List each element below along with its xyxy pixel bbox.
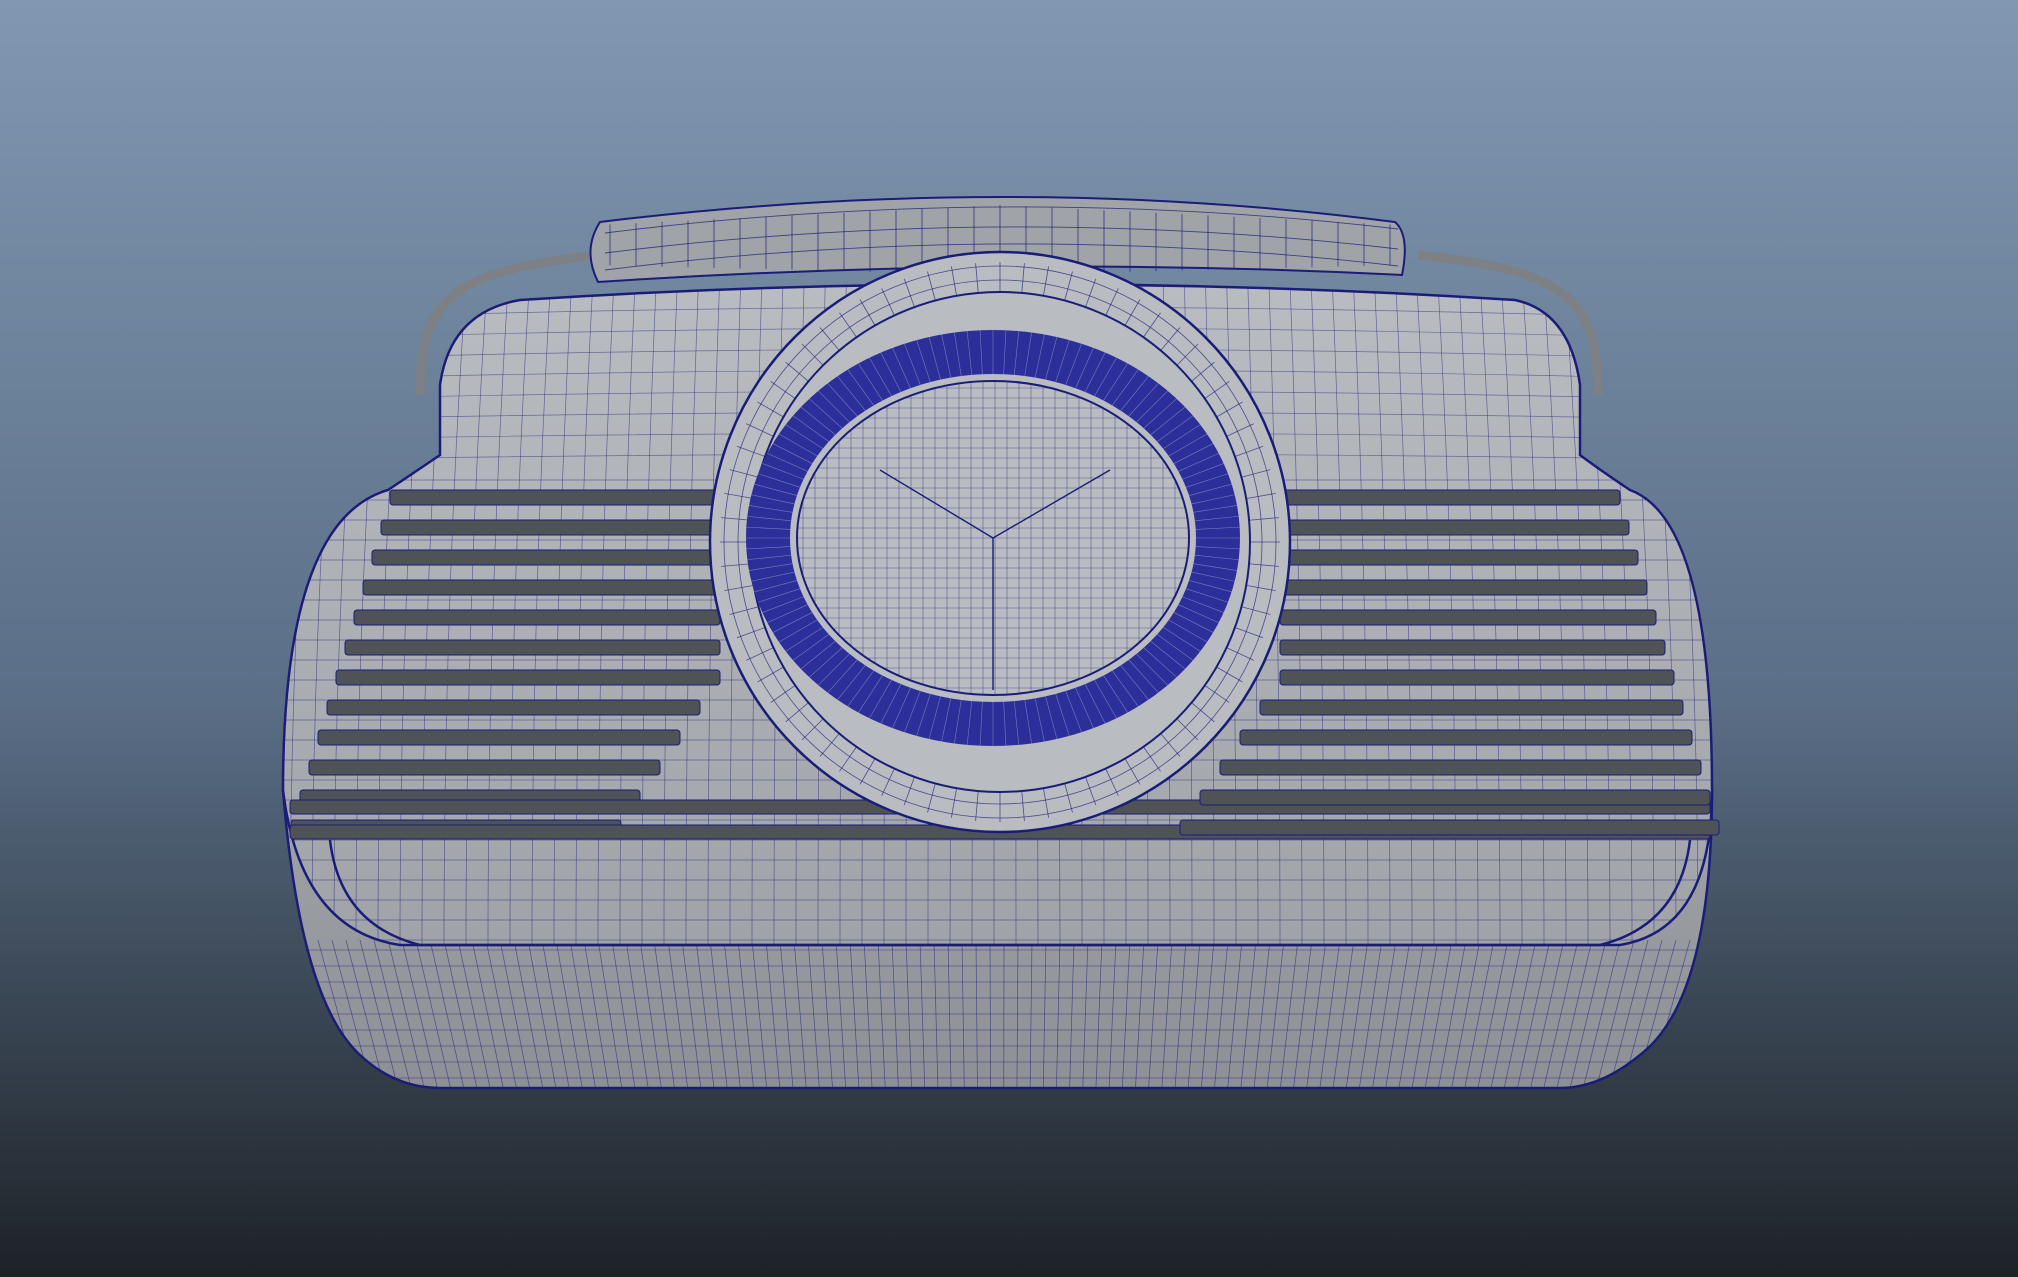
grille-slot <box>1199 789 1711 806</box>
3d-viewport[interactable] <box>0 0 2018 1277</box>
grille-slot <box>1219 759 1702 776</box>
grille-slot <box>1279 549 1639 566</box>
scene-canvas[interactable] <box>0 0 2018 1277</box>
grille-slot <box>353 609 721 626</box>
grille-slot <box>344 639 721 656</box>
grille-slot <box>389 489 721 506</box>
speaker-assembly[interactable] <box>708 250 1292 834</box>
grille-slot <box>317 729 681 746</box>
speaker-cone-wireframe <box>797 381 1189 695</box>
grille-slot <box>380 519 721 536</box>
grille-slot <box>1279 519 1630 536</box>
grille-slot <box>1279 669 1675 686</box>
grille-slot <box>371 549 721 566</box>
grille-slot <box>308 759 661 776</box>
grille-slot <box>1279 609 1657 626</box>
grille-slot <box>1179 819 1720 836</box>
grille-slot <box>1279 639 1666 656</box>
grille-slot <box>326 699 701 716</box>
grille-slot <box>1279 579 1648 596</box>
grille-slot <box>1259 699 1684 716</box>
grille-slot <box>1239 729 1693 746</box>
grille-slot <box>335 669 721 686</box>
grille-slot <box>362 579 721 596</box>
grille-slot <box>1279 489 1621 506</box>
